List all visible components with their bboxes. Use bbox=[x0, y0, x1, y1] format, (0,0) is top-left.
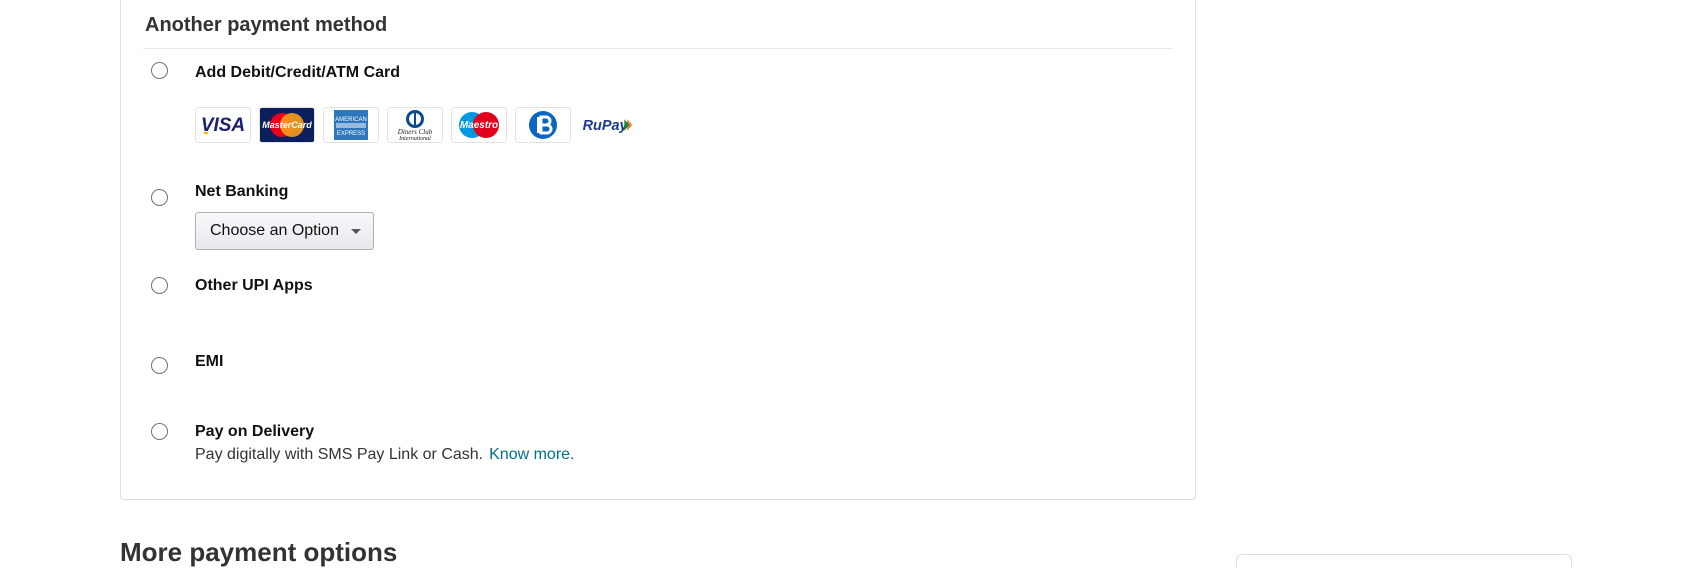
svg-text:EXPRESS: EXPRESS bbox=[337, 131, 365, 137]
pay-on-delivery-label[interactable]: Pay on Delivery bbox=[195, 423, 314, 441]
mastercard-icon: MasterCard bbox=[259, 107, 315, 143]
diners-club-icon: Diners Club International bbox=[387, 107, 443, 143]
net-banking-label[interactable]: Net Banking bbox=[195, 183, 288, 201]
emi-option-label[interactable]: EMI bbox=[195, 353, 223, 371]
section-divider bbox=[143, 48, 1173, 49]
emi-radio[interactable] bbox=[151, 357, 168, 374]
svg-text:Maestro: Maestro bbox=[460, 120, 498, 131]
more-payment-options-title: More payment options bbox=[120, 537, 398, 567]
net-banking-select[interactable]: Choose an Option bbox=[195, 212, 374, 250]
rupay-icon: RuPay bbox=[579, 107, 635, 143]
svg-text:RuPay: RuPay bbox=[583, 118, 629, 134]
svg-text:Diners Club: Diners Club bbox=[397, 128, 433, 136]
pay-on-delivery-text: Pay digitally with SMS Pay Link or Cash. bbox=[195, 446, 484, 463]
upi-option-label[interactable]: Other UPI Apps bbox=[195, 277, 313, 295]
maestro-icon: Maestro bbox=[451, 107, 507, 143]
pay-on-delivery-description: Pay digitally with SMS Pay Link or Cash.… bbox=[195, 446, 575, 464]
card-radio[interactable] bbox=[151, 62, 168, 79]
card-option-label[interactable]: Add Debit/Credit/ATM Card bbox=[195, 64, 400, 82]
visa-icon: VISA bbox=[195, 107, 251, 143]
upi-radio[interactable] bbox=[151, 277, 168, 294]
section-title: Another payment method bbox=[145, 14, 388, 36]
card-logos: VISA MasterCard AMERICAN EXPRESS Diners … bbox=[195, 107, 635, 143]
amex-icon: AMERICAN EXPRESS bbox=[323, 107, 379, 143]
another-payment-method-panel: Another payment method Add Debit/Credit/… bbox=[120, 0, 1196, 500]
svg-text:AMERICAN: AMERICAN bbox=[335, 117, 367, 123]
svg-text:MasterCard: MasterCard bbox=[262, 120, 312, 130]
order-summary-box bbox=[1236, 554, 1572, 568]
know-more-link[interactable]: Know more. bbox=[489, 446, 574, 463]
svg-text:International: International bbox=[398, 136, 431, 142]
net-banking-select-value: Choose an Option bbox=[210, 222, 339, 239]
net-banking-radio[interactable] bbox=[151, 189, 168, 206]
pay-on-delivery-radio[interactable] bbox=[151, 423, 168, 440]
bajaj-finserv-icon bbox=[515, 107, 571, 143]
chevron-down-icon bbox=[351, 229, 361, 234]
